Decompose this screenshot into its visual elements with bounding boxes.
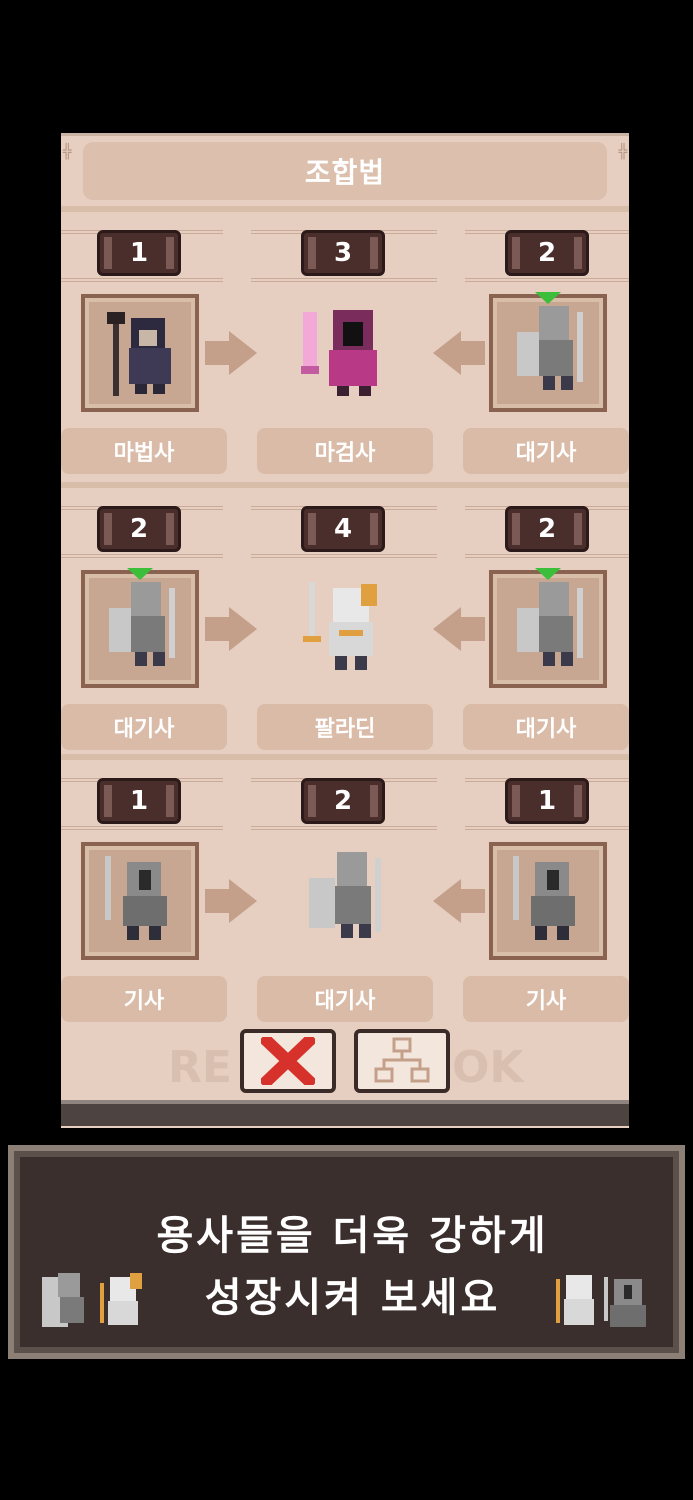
title-bar: 조합법 [83,142,607,200]
panel-bottom-edge [61,1100,629,1126]
recipe-book-panel: ╬ ╬ 조합법 1 3 2 마법사 마검사 대기사 2 4 2 대기사 팔라딘 … [61,133,629,1128]
page-title: 조합법 [304,156,386,189]
count-badge: 2 [505,230,589,276]
grand-knight-sprite [517,568,583,666]
arrow-right-icon [229,607,257,651]
arrow-left-icon [433,607,461,651]
row-divider [61,754,629,760]
close-button[interactable] [240,1029,336,1093]
mage-sprite [107,312,171,396]
arrow-left-icon [459,617,485,641]
count-badge: 2 [97,506,181,552]
hero-slot-right[interactable] [489,842,607,960]
watermark-text: RE [168,1042,232,1093]
count-badge: 1 [505,778,589,824]
arrow-right-icon [205,341,231,365]
recipe-tree-button[interactable] [354,1029,450,1093]
hero-slot-right[interactable] [489,568,607,688]
arrow-left-icon [433,331,461,375]
hero-slot-left[interactable] [81,568,199,688]
heroes-left-sprite [42,1273,142,1327]
count-badge: 2 [301,778,385,824]
hero-slot-left[interactable] [81,294,199,412]
banner-line-1: 용사들을 더욱 강하게 [156,1213,549,1259]
count-badge: 3 [301,230,385,276]
count-badge: 1 [97,778,181,824]
row-divider [61,206,629,212]
recipe-row: 1 2 1 기사 대기사 기사 [61,754,629,1024]
tree-icon [374,1037,430,1083]
close-icon [261,1037,315,1085]
watermark-text: OK [452,1042,524,1093]
arrow-right-icon [229,331,257,375]
count-badge: 2 [505,506,589,552]
heroes-right-sprite [556,1275,646,1327]
arrow-left-icon [459,341,485,365]
hero-slot-left[interactable] [81,842,199,960]
hero-name-label: 마법사 [61,428,227,474]
row-divider [61,482,629,488]
arrow-right-icon [205,889,231,913]
arrow-right-icon [205,617,231,641]
count-badge: 1 [97,230,181,276]
arrow-left-icon [459,889,485,913]
hero-name-label: 팔라딘 [257,704,433,750]
knight-sprite [513,856,575,940]
hero-name-label: 마검사 [257,428,433,474]
arrow-right-icon [229,879,257,923]
grand-knight-sprite [309,852,381,938]
knight-sprite [105,856,167,940]
hero-slot-right[interactable] [489,292,607,412]
grand-knight-sprite [517,292,583,390]
promo-banner: 용사들을 더욱 강하게 성장시켜 보세요 [8,1145,685,1359]
hero-name-label: 대기사 [463,428,629,474]
corner-ornament: ╬ [63,144,72,160]
hero-name-label: 대기사 [61,704,227,750]
magic-swordsman-sprite [301,310,377,396]
paladin-sprite [303,582,377,670]
count-badge: 4 [301,506,385,552]
hero-name-label: 대기사 [463,704,629,750]
hero-name-label: 대기사 [257,976,433,1022]
hero-name-label: 기사 [61,976,227,1022]
arrow-left-icon [433,879,461,923]
recipe-row: 2 4 2 대기사 팔라딘 대기사 [61,482,629,752]
hero-name-label: 기사 [463,976,629,1022]
corner-ornament: ╬ [618,144,627,160]
recipe-row: 1 3 2 마법사 마검사 대기사 [61,206,629,476]
grand-knight-sprite [109,568,175,666]
